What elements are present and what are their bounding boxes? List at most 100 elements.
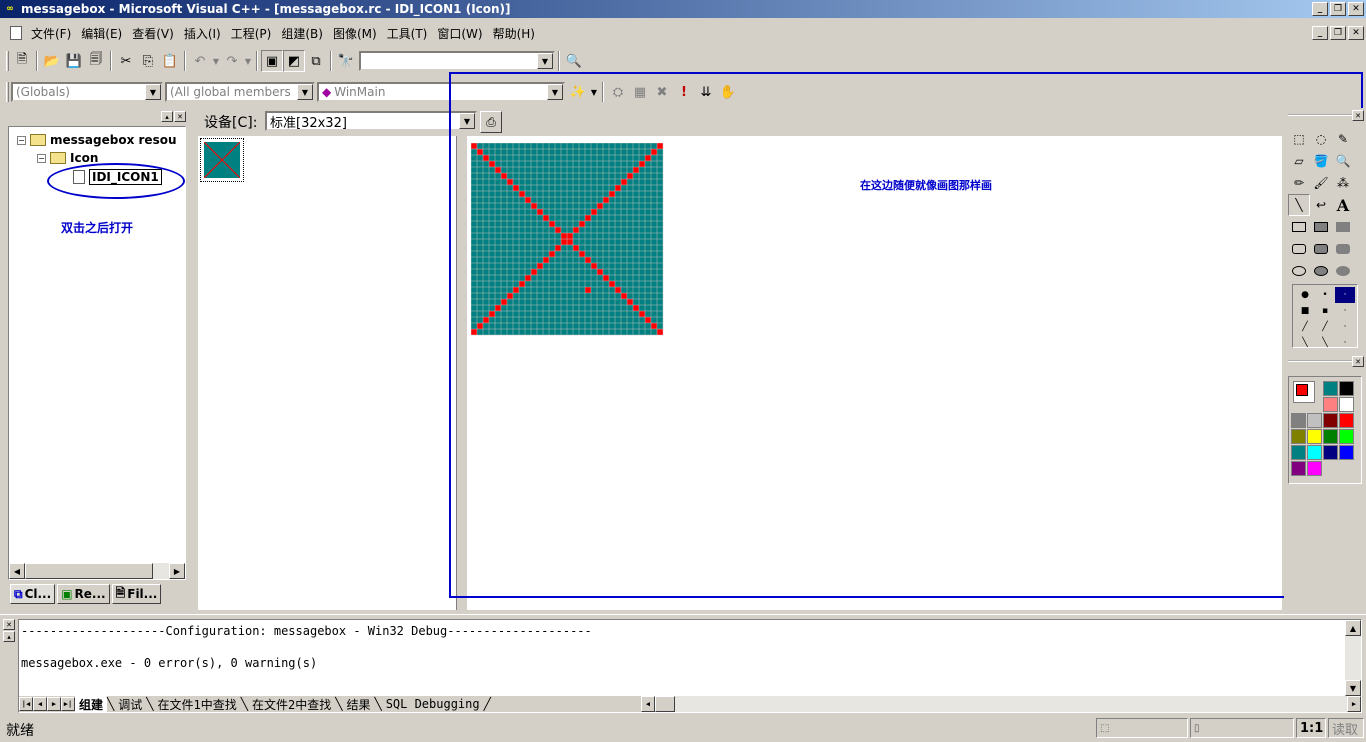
tab-find-in-files-2[interactable]: 在文件2中查找 (248, 696, 335, 713)
tab-last-icon[interactable]: ▶| (61, 697, 75, 711)
tree-root[interactable]: − messagebox resou (17, 133, 177, 147)
tab-next-icon[interactable]: ▶ (47, 697, 61, 711)
scope-combo[interactable]: (Globals) ▼ (11, 82, 163, 102)
build-icon[interactable]: ▦ (629, 81, 651, 103)
tab-class-view[interactable]: ⧉ Cl... (10, 584, 56, 604)
preview-selection[interactable] (200, 138, 244, 182)
save-all-icon[interactable]: 🗐 (85, 50, 107, 72)
swatch[interactable] (1339, 429, 1354, 444)
tab-build[interactable]: 组建 (75, 695, 108, 713)
brush-options[interactable]: ● • · ■ ▪ · ╱ ╱ · ╲ ╲ · (1292, 284, 1358, 348)
workspace-restore-button[interactable]: ▴ (161, 111, 173, 122)
output-hscrollbar[interactable]: ◀ ▶ (640, 696, 1361, 712)
output-vscrollbar[interactable]: ▲ ▼ (1345, 620, 1361, 696)
ellipse-icon[interactable] (1288, 260, 1310, 282)
filled-round-rect-icon[interactable] (1310, 238, 1332, 260)
redo-icon[interactable]: ↷ (221, 50, 243, 72)
restore-button[interactable]: ❐ (1330, 2, 1346, 16)
airbrush-icon[interactable]: ⁂ (1332, 172, 1354, 194)
inverse-color-swatch[interactable] (1323, 397, 1338, 412)
undo-dropdown-icon[interactable]: ▼ (211, 50, 221, 72)
line-icon[interactable]: ╲ (1288, 194, 1310, 216)
open-icon[interactable]: 📂 (41, 50, 63, 72)
zoomed-canvas[interactable]: 在这边随便就像画图那样画 (467, 136, 1282, 610)
doc-minimize-button[interactable]: _ (1312, 26, 1328, 40)
swatch[interactable] (1291, 429, 1306, 444)
swatch[interactable] (1307, 429, 1322, 444)
workspace-close-button[interactable]: ✕ (174, 111, 186, 122)
swatch[interactable] (1307, 461, 1322, 476)
menu-project[interactable]: 工程(P) (226, 25, 277, 42)
rectangle-icon[interactable] (1288, 216, 1310, 238)
round-rect-icon[interactable] (1288, 238, 1310, 260)
tree-folder-icon[interactable]: − Icon (37, 151, 98, 165)
tree-hscrollbar[interactable]: ◀ ▶ (9, 563, 185, 579)
tab-prev-icon[interactable]: ◀ (33, 697, 47, 711)
find-in-files-icon[interactable]: 🔭 (335, 50, 357, 72)
paste-icon[interactable]: 📋 (159, 50, 181, 72)
rect-select-icon[interactable]: ⬚ (1288, 128, 1310, 150)
swatch-white[interactable] (1339, 397, 1354, 412)
execute-icon[interactable]: ! (673, 81, 695, 103)
minimize-button[interactable]: _ (1312, 2, 1328, 16)
undo-icon[interactable]: ↶ (189, 50, 211, 72)
free-select-icon[interactable]: ◌ (1310, 128, 1332, 150)
menu-edit[interactable]: 编辑(E) (76, 25, 127, 42)
tab-first-icon[interactable]: |◀ (19, 697, 33, 711)
new-device-image-icon[interactable]: ⎙ (480, 111, 502, 133)
swatch[interactable] (1323, 445, 1338, 460)
members-combo[interactable]: (All global members ▼ (165, 82, 315, 102)
fill-icon[interactable]: 🪣 (1310, 150, 1332, 172)
menu-image[interactable]: 图像(M) (328, 25, 382, 42)
eraser-icon[interactable]: ▱ (1288, 150, 1310, 172)
swatch[interactable] (1323, 413, 1338, 428)
tab-debug[interactable]: 调试 (114, 696, 146, 713)
compile-icon[interactable]: ⛭ (607, 81, 629, 103)
find-combo[interactable]: ▼ (359, 51, 555, 71)
copy-icon[interactable]: ⎘ (137, 50, 159, 72)
menu-view[interactable]: 查看(V) (127, 25, 179, 42)
swatch[interactable] (1307, 445, 1322, 460)
output-restore-button[interactable]: ▴ (3, 631, 15, 642)
splitter[interactable] (457, 136, 467, 610)
collapse-icon[interactable]: − (17, 135, 26, 145)
search-icon[interactable]: 🔍 (563, 50, 585, 72)
filled-ellipse-icon[interactable] (1310, 260, 1332, 282)
menu-build[interactable]: 组建(B) (276, 25, 328, 42)
breakpoint-hand-icon[interactable]: ✋ (717, 81, 739, 103)
save-icon[interactable]: 💾 (63, 50, 85, 72)
screen-color-swatch[interactable] (1323, 381, 1338, 396)
filled-rect-icon[interactable] (1310, 216, 1332, 238)
menu-file[interactable]: 文件(F) (26, 25, 76, 42)
window-list-icon[interactable]: ⧉ (305, 50, 327, 72)
redo-dropdown-icon[interactable]: ▼ (243, 50, 253, 72)
swatch[interactable] (1339, 445, 1354, 460)
go-icon[interactable]: ⇊ (695, 81, 717, 103)
close-button[interactable]: ✕ (1348, 2, 1364, 16)
swatch[interactable] (1291, 413, 1306, 428)
solid-round-rect-icon[interactable] (1332, 238, 1354, 260)
swatch[interactable] (1323, 429, 1338, 444)
menu-window[interactable]: 窗口(W) (432, 25, 487, 42)
menu-help[interactable]: 帮助(H) (488, 25, 540, 42)
stop-build-icon[interactable]: ✖ (651, 81, 673, 103)
pencil-icon[interactable]: ✏ (1288, 172, 1310, 194)
menu-insert[interactable]: 插入(I) (179, 25, 226, 42)
graphics-close-button[interactable]: ✕ (1352, 110, 1364, 121)
pixel-grid[interactable] (471, 143, 665, 337)
colors-close-button[interactable]: ✕ (1352, 356, 1364, 367)
magnifier-icon[interactable]: 🔍 (1332, 150, 1354, 172)
solid-rect-icon[interactable] (1332, 216, 1354, 238)
tab-results[interactable]: 结果 (342, 696, 374, 713)
curve-icon[interactable]: ↩ (1310, 194, 1332, 216)
wizard-action-dropdown-icon[interactable]: ▼ (589, 81, 599, 103)
solid-ellipse-icon[interactable] (1332, 260, 1354, 282)
brush-icon[interactable]: 🖌 (1310, 172, 1332, 194)
device-combo[interactable]: 标准[32x32] ▼ (265, 111, 477, 131)
output-close-button[interactable]: ✕ (3, 619, 15, 630)
swatch-black[interactable] (1339, 381, 1354, 396)
tab-resource-view[interactable]: ▣ Re... (57, 584, 110, 604)
cut-icon[interactable]: ✂ (115, 50, 137, 72)
tab-sql-debugging[interactable]: SQL Debugging (382, 697, 484, 711)
swatch[interactable] (1291, 445, 1306, 460)
